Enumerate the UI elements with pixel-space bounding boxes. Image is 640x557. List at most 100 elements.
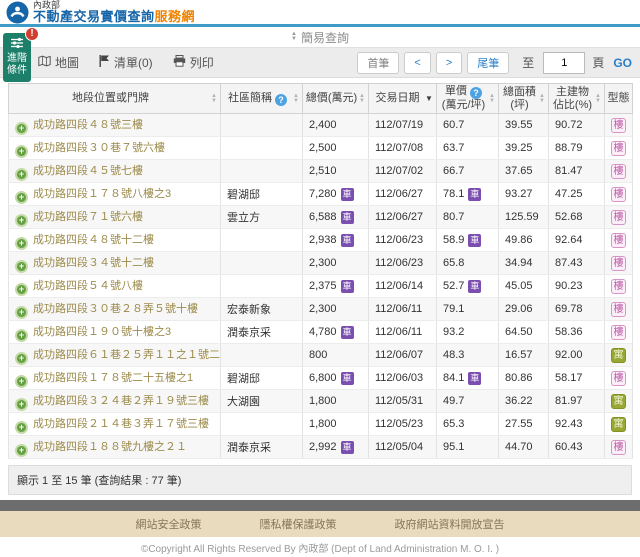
address-link[interactable]: 成功路四段３０巷２８弄５號十樓 — [33, 303, 198, 315]
type-cell: 樓 — [605, 229, 633, 252]
table-row: +成功路四段６１巷２５弄１１之１號二樓800112/06/0748.316.57… — [9, 344, 633, 367]
col-date: 交易日期 ▼ — [369, 84, 437, 114]
unit-price-value: 48.3 — [443, 349, 464, 361]
date-cell: 112/05/04 — [369, 436, 437, 459]
date-cell: 112/07/02 — [369, 160, 437, 183]
query-mode-label: 簡易查詢 — [301, 29, 349, 46]
address-link[interactable]: 成功路四段２１４巷３弄１７號三樓 — [33, 418, 209, 430]
date-cell: 112/06/23 — [369, 229, 437, 252]
footer-link-security[interactable]: 網站安全政策 — [136, 516, 202, 532]
address-link[interactable]: 成功路四段５４號八樓 — [33, 280, 143, 292]
result-summary: 顯示 1 至 15 筆 (查詢結果 : 77 筆) — [8, 465, 632, 495]
view-tools: 地圖 清單(0) 列印 — [38, 54, 214, 71]
go-button[interactable]: GO — [613, 56, 632, 70]
total-price-value: 6,588 — [309, 211, 337, 223]
map-marker-icon[interactable]: + — [15, 122, 28, 135]
advanced-conditions-tab[interactable]: 進階 條件 ! — [3, 33, 31, 82]
ratio-cell: 81.97 — [549, 390, 605, 413]
map-marker-icon[interactable]: + — [15, 145, 28, 158]
sort-community-icon[interactable]: ▲▼ — [292, 94, 300, 104]
address-link[interactable]: 成功路四段４５號七樓 — [33, 165, 143, 177]
map-marker-icon[interactable]: + — [15, 191, 28, 204]
collapse-toggle-icon[interactable]: ▲▼ — [291, 32, 297, 42]
community-help-icon[interactable]: ? — [275, 94, 287, 106]
footer-links: 網站安全政策 隱私權保護政策 政府網站資料開放宣告 — [0, 511, 640, 537]
total-price-value: 2,500 — [309, 142, 337, 154]
address-link[interactable]: 成功路四段６１巷２５弄１１之１號二樓 — [33, 349, 221, 361]
sort-total-price-icon[interactable]: ▲▼ — [358, 94, 366, 104]
address-link[interactable]: 成功路四段３０巷７號六樓 — [33, 142, 165, 154]
building-type-badge: 樓 — [611, 233, 626, 248]
last-page-button[interactable]: 尾筆 — [467, 52, 509, 74]
address-link[interactable]: 成功路四段１８８號九樓之２１ — [33, 441, 187, 453]
map-marker-icon[interactable]: + — [15, 283, 28, 296]
print-button[interactable]: 列印 — [173, 54, 214, 71]
type-cell: 寓 — [605, 413, 633, 436]
sort-ratio-icon[interactable]: ▲▼ — [594, 94, 602, 104]
address-cell: + 成功路四段５４號八樓 — [9, 275, 221, 298]
address-link[interactable]: 成功路四段１７８號八樓之3 — [33, 188, 171, 200]
date-cell: 112/06/03 — [369, 367, 437, 390]
total-price-value: 800 — [309, 349, 327, 361]
total-price-value: 2,992 — [309, 441, 337, 453]
map-icon — [38, 55, 51, 70]
total-price-value: 2,400 — [309, 119, 337, 131]
community-cell: 大湖園 — [221, 390, 303, 413]
prev-page-button[interactable]: < — [404, 52, 430, 74]
first-page-button[interactable]: 首筆 — [357, 52, 399, 74]
sort-date-desc-icon[interactable]: ▼ — [424, 94, 434, 103]
footer-link-open-data[interactable]: 政府網站資料開放宣告 — [395, 516, 505, 532]
page-number-input[interactable] — [543, 52, 585, 74]
total-price-value: 4,780 — [309, 326, 337, 338]
building-type-badge: 樓 — [611, 187, 626, 202]
map-marker-icon[interactable]: + — [15, 329, 28, 342]
unit-price-help-icon[interactable]: ? — [470, 87, 482, 99]
list-view-tab[interactable]: 清單(0) — [99, 54, 153, 71]
unit-price-value: 80.7 — [443, 211, 464, 223]
building-type-badge: 寓 — [611, 394, 626, 409]
map-marker-icon[interactable]: + — [15, 214, 28, 227]
address-link[interactable]: 成功路四段７１號六樓 — [33, 211, 143, 223]
total-price-cell: 1,800 — [303, 390, 369, 413]
map-marker-icon[interactable]: + — [15, 260, 28, 273]
table-row: +成功路四段３２４巷２弄１９號三樓大湖園1,800112/05/3149.736… — [9, 390, 633, 413]
sort-location-icon[interactable]: ▲▼ — [210, 94, 218, 104]
type-cell: 樓 — [605, 321, 633, 344]
address-link[interactable]: 成功路四段３２４巷２弄１９號三樓 — [33, 395, 209, 407]
address-link[interactable]: 成功路四段１７８號二十五樓之1 — [33, 372, 193, 384]
address-link[interactable]: 成功路四段４８號十二樓 — [33, 234, 154, 246]
map-marker-icon[interactable]: + — [15, 168, 28, 181]
community-cell: 潤泰京采 — [221, 436, 303, 459]
map-marker-icon[interactable]: + — [15, 398, 28, 411]
map-marker-icon[interactable]: + — [15, 375, 28, 388]
map-marker-icon[interactable]: + — [15, 444, 28, 457]
area-cell: 64.50 — [499, 321, 549, 344]
table-row: +成功路四段３０巷２８弄５號十樓宏泰新象2,300112/06/1179.129… — [9, 298, 633, 321]
map-marker-icon[interactable]: + — [15, 421, 28, 434]
col-area-label-1: 總面積 — [503, 86, 536, 98]
moi-logo-icon — [6, 1, 29, 24]
table-row: +成功路四段４５號七樓2,510112/07/0266.737.6581.47樓 — [9, 160, 633, 183]
next-page-button[interactable]: > — [436, 52, 462, 74]
map-marker-icon[interactable]: + — [15, 306, 28, 319]
footer-link-privacy[interactable]: 隱私權保護政策 — [260, 516, 337, 532]
table-header-row: 地段位置或門牌 ▲▼ 社區簡稱? ▲▼ 總價(萬元) ▲▼ 交易日期 ▼ 單價?… — [9, 84, 633, 114]
community-cell — [221, 114, 303, 137]
map-marker-icon[interactable]: + — [15, 237, 28, 250]
date-cell: 112/07/08 — [369, 137, 437, 160]
address-cell: + 成功路四段３０巷２８弄５號十樓 — [9, 298, 221, 321]
sort-unit-price-icon[interactable]: ▲▼ — [488, 94, 496, 104]
unit-price-cell: 65.8 — [437, 252, 499, 275]
type-cell: 樓 — [605, 275, 633, 298]
address-link[interactable]: 成功路四段４８號三樓 — [33, 119, 143, 131]
parking-included-badge: 車 — [341, 188, 354, 201]
unit-price-cell: 52.7車 — [437, 275, 499, 298]
map-marker-icon[interactable]: + — [15, 352, 28, 365]
parking-included-badge: 車 — [468, 280, 481, 293]
address-link[interactable]: 成功路四段１９０號十樓之3 — [33, 326, 171, 338]
sort-area-icon[interactable]: ▲▼ — [538, 94, 546, 104]
map-view-tab[interactable]: 地圖 — [38, 54, 79, 71]
address-link[interactable]: 成功路四段３４號十二樓 — [33, 257, 154, 269]
building-type-badge: 寓 — [611, 348, 626, 363]
col-ratio-label-1: 主建物 — [556, 86, 589, 98]
